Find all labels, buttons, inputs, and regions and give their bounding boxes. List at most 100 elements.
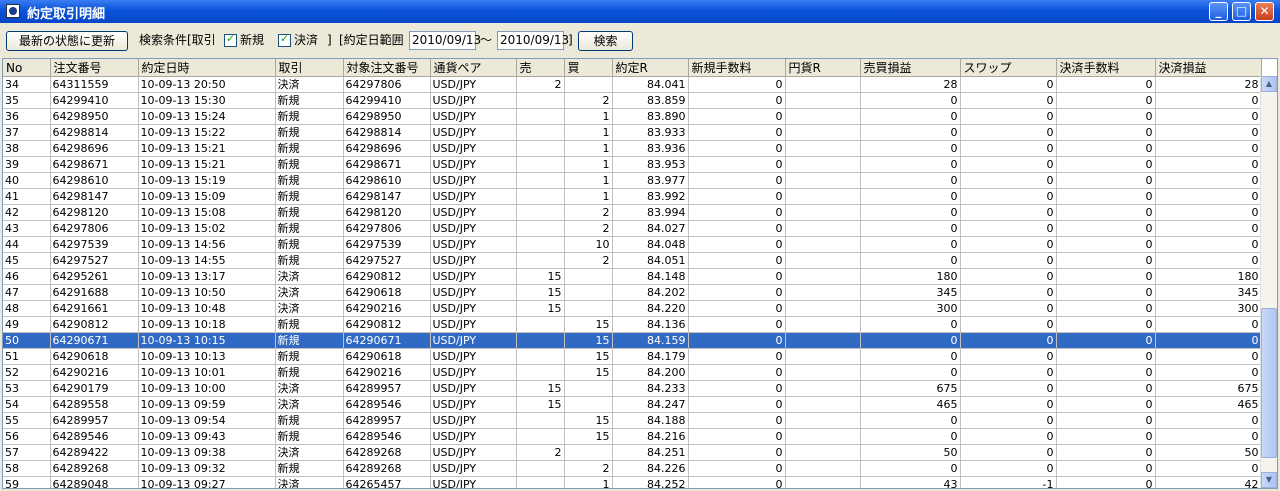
table-row[interactable]: 53 64290179 10-09-13 10:00 決済 64289957 USD/JP… xyxy=(3,380,1262,397)
header-col-settle-pl[interactable]: 決済損益 xyxy=(1155,59,1262,77)
table-row[interactable]: 39 64298671 10-09-13 15:21 新規 64298671 USD/JP… xyxy=(3,156,1262,173)
cell-col-pl: 0 xyxy=(860,348,961,365)
cell-col-swap: 0 xyxy=(960,396,1057,413)
header-col-new-fee[interactable]: 新規手数料 xyxy=(688,59,786,77)
table-row[interactable]: 54 64289558 10-09-13 09:59 決済 64289546 USD/JP… xyxy=(3,396,1262,413)
cell-col-order-number: 64289546 xyxy=(50,428,139,445)
table-row[interactable]: 51 64290618 10-09-13 10:13 新規 64290618 USD/JP… xyxy=(3,348,1262,365)
settle-checkbox[interactable] xyxy=(278,32,291,47)
cell-col-rate: 83.890 xyxy=(612,108,689,125)
cell-col-swap: 0 xyxy=(960,444,1057,461)
cell-col-no: 36 xyxy=(3,108,51,125)
header-col-trade-type[interactable]: 取引 xyxy=(275,59,344,77)
header-col-buy[interactable]: 買 xyxy=(564,59,613,77)
table-row[interactable]: 49 64290812 10-09-13 10:18 新規 64290812 USD/JP… xyxy=(3,316,1262,333)
table-row[interactable]: 41 64298147 10-09-13 15:09 新規 64298147 USD/JP… xyxy=(3,188,1262,205)
scroll-down-icon[interactable]: ▼ xyxy=(1261,472,1277,488)
table-row[interactable]: 47 64291688 10-09-13 10:50 決済 64290618 USD/JP… xyxy=(3,284,1262,301)
table-row[interactable]: 43 64297806 10-09-13 15:02 新規 64297806 USD/JP… xyxy=(3,220,1262,237)
table-row[interactable]: 52 64290216 10-09-13 10:01 新規 64290216 USD/JP… xyxy=(3,364,1262,381)
date-from-field[interactable]: 2010/09/13 xyxy=(409,31,481,50)
cell-col-trade-type: 決済 xyxy=(275,300,344,317)
table-row[interactable]: 44 64297539 10-09-13 14:56 新規 64297539 USD/JP… xyxy=(3,236,1262,253)
table-row[interactable]: 57 64289422 10-09-13 09:38 決済 64289268 USD/JP… xyxy=(3,444,1262,461)
refresh-button[interactable]: 最新の状態に更新 xyxy=(6,31,128,51)
new-checkbox[interactable] xyxy=(224,32,237,47)
cell-col-trade-datetime: 10-09-13 15:02 xyxy=(138,220,276,237)
cell-col-rate: 84.027 xyxy=(612,220,689,237)
table-row[interactable]: 34 64311559 10-09-13 20:50 決済 64297806 USD/JP… xyxy=(3,76,1262,93)
table-row[interactable]: 58 64289268 10-09-13 09:32 新規 64289268 USD/JP… xyxy=(3,460,1262,477)
header-col-settle-fee[interactable]: 決済手数料 xyxy=(1056,59,1156,77)
cell-col-swap: 0 xyxy=(960,428,1057,445)
cell-col-target-order: 64298814 xyxy=(343,124,431,141)
header-col-no[interactable]: No xyxy=(3,59,51,77)
cell-col-trade-type: 新規 xyxy=(275,220,344,237)
header-col-order-number[interactable]: 注文番号 xyxy=(50,59,139,77)
cell-col-swap: -1 xyxy=(960,476,1057,488)
header-col-jpy-rate[interactable]: 円貨R xyxy=(785,59,861,77)
cell-col-rate: 83.953 xyxy=(612,156,689,173)
maximize-icon[interactable]: □ xyxy=(1232,2,1251,21)
header-col-pl[interactable]: 売買損益 xyxy=(860,59,961,77)
cell-col-currency-pair: USD/JPY xyxy=(430,76,517,93)
table-row[interactable]: 40 64298610 10-09-13 15:19 新規 64298610 USD/JP… xyxy=(3,172,1262,189)
header-col-swap[interactable]: スワップ xyxy=(960,59,1057,77)
table-row[interactable]: 38 64298696 10-09-13 15:21 新規 64298696 USD/JP… xyxy=(3,140,1262,157)
cell-col-sell xyxy=(516,236,565,253)
filter-bracket-close: ] xyxy=(327,33,332,47)
table-row[interactable]: 35 64299410 10-09-13 15:30 新規 64299410 USD/JP… xyxy=(3,92,1262,109)
table-row[interactable]: 37 64298814 10-09-13 15:22 新規 64298814 USD/JP… xyxy=(3,124,1262,141)
table-row[interactable]: 36 64298950 10-09-13 15:24 新規 64298950 USD/JP… xyxy=(3,108,1262,125)
minimize-icon[interactable]: _ xyxy=(1209,2,1228,21)
cell-col-buy: 2 xyxy=(564,252,613,269)
table-row[interactable]: 45 64297527 10-09-13 14:55 新規 64297527 USD/JP… xyxy=(3,252,1262,269)
vertical-scrollbar[interactable]: ▲ ▼ xyxy=(1260,76,1277,488)
cell-col-settle-fee: 0 xyxy=(1056,396,1156,413)
cell-col-sell xyxy=(516,156,565,173)
cell-col-no: 57 xyxy=(3,444,51,461)
search-button[interactable]: 検索 xyxy=(578,31,633,51)
header-col-currency-pair[interactable]: 通貨ペア xyxy=(430,59,517,77)
table-row[interactable]: 48 64291661 10-09-13 10:48 決済 64290216 USD/JP… xyxy=(3,300,1262,317)
cell-col-currency-pair: USD/JPY xyxy=(430,172,517,189)
cell-col-order-number: 64298147 xyxy=(50,188,139,205)
close-icon[interactable]: ✕ xyxy=(1255,2,1274,21)
cell-col-target-order: 64298147 xyxy=(343,188,431,205)
header-col-rate[interactable]: 約定R xyxy=(612,59,689,77)
cell-col-new-fee: 0 xyxy=(688,460,786,477)
table-row[interactable]: 42 64298120 10-09-13 15:08 新規 64298120 USD/JP… xyxy=(3,204,1262,221)
scroll-up-icon[interactable]: ▲ xyxy=(1261,76,1277,92)
header-col-sell[interactable]: 売 xyxy=(516,59,565,77)
cell-col-settle-pl: 465 xyxy=(1155,396,1262,413)
cell-col-trade-type: 新規 xyxy=(275,428,344,445)
scroll-thumb[interactable] xyxy=(1261,308,1277,458)
cell-col-target-order: 64297806 xyxy=(343,76,431,93)
cell-col-settle-pl: 0 xyxy=(1155,348,1262,365)
cell-col-order-number: 64289048 xyxy=(50,476,139,488)
table-row[interactable]: 56 64289546 10-09-13 09:43 新規 64289546 USD/JP… xyxy=(3,428,1262,445)
cell-col-trade-datetime: 10-09-13 09:32 xyxy=(138,460,276,477)
cell-col-buy: 1 xyxy=(564,108,613,125)
cell-col-settle-pl: 0 xyxy=(1155,460,1262,477)
table-row[interactable]: 55 64289957 10-09-13 09:54 新規 64289957 USD/JP… xyxy=(3,412,1262,429)
table-row[interactable]: 59 64289048 10-09-13 09:27 決済 64265457 USD/JP… xyxy=(3,476,1262,488)
cell-col-order-number: 64297806 xyxy=(50,220,139,237)
cell-col-buy: 15 xyxy=(564,412,613,429)
cell-col-currency-pair: USD/JPY xyxy=(430,252,517,269)
cell-col-target-order: 64299410 xyxy=(343,92,431,109)
date-to-field[interactable]: 2010/09/13 xyxy=(497,31,569,50)
title-bar[interactable]: 約定取引明細 _ □ ✕ xyxy=(0,0,1280,23)
header-col-trade-datetime[interactable]: 約定日時 xyxy=(138,59,276,77)
table-row[interactable]: 46 64295261 10-09-13 13:17 決済 64290812 USD/JP… xyxy=(3,268,1262,285)
cell-col-currency-pair: USD/JPY xyxy=(430,220,517,237)
header-col-target-order[interactable]: 対象注文番号 xyxy=(343,59,431,77)
cell-col-trade-type: 新規 xyxy=(275,92,344,109)
cell-col-no: 42 xyxy=(3,204,51,221)
cell-col-sell: 15 xyxy=(516,268,565,285)
cell-col-no: 49 xyxy=(3,316,51,333)
cell-col-pl: 0 xyxy=(860,364,961,381)
table-row[interactable]: 50 64290671 10-09-13 10:15 新規 64290671 USD/JP… xyxy=(3,332,1262,349)
cell-col-jpy-rate xyxy=(785,396,861,413)
cell-col-pl: 0 xyxy=(860,316,961,333)
